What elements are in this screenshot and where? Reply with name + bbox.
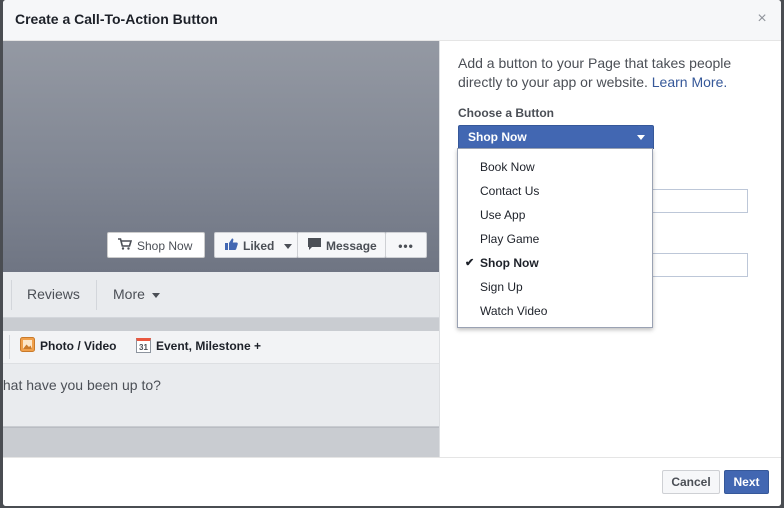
menu-item-label: Use App [480,208,526,222]
dialog-footer: Cancel Next [3,457,781,506]
tab-divider [96,280,97,310]
preview-shop-now-label: Shop Now [137,239,193,253]
dialog-title: Create a Call-To-Action Button [15,11,218,27]
thumbs-up-icon [225,233,238,259]
composer-placeholder: /hat have you been up to? [3,377,161,393]
preview-message-label: Message [326,239,377,253]
cart-icon [118,233,133,259]
tab-more-label: More [113,286,145,302]
menu-item-label: Shop Now [480,256,539,270]
next-button[interactable]: Next [724,470,769,494]
select-value: Shop Now [468,130,527,144]
menu-item-label: Play Game [480,232,540,246]
composer-photo-video: Photo / Video [20,337,117,355]
menu-item-use-app[interactable]: Use App [458,203,652,227]
choose-button-label: Choose a Button [458,106,554,120]
composer-body: /hat have you been up to? [3,364,439,426]
preview-shop-now-button: Shop Now [107,232,205,258]
preview-message-button: Message [297,232,386,258]
composer-footer [3,427,439,457]
menu-item-sign-up[interactable]: Sign Up [458,275,652,299]
preview-liked-label: Liked [243,239,275,253]
learn-more-link[interactable]: Learn More. [652,74,727,90]
button-type-menu: Book Now Contact Us Use App Play Game ✔ … [457,148,653,328]
page-tabs: Reviews More [3,272,439,318]
composer-actions: Photo / Video 31 Event, Milestone + [3,331,439,364]
photo-icon [20,337,35,355]
message-icon [308,233,321,259]
composer-event: 31 Event, Milestone + [136,338,262,354]
menu-item-label: Book Now [480,160,535,174]
preview-more-button: ••• [385,232,427,258]
caret-down-icon [637,135,645,140]
tab-more: More [113,286,160,302]
preview-liked-button: Liked [214,232,298,258]
menu-item-label: Watch Video [480,304,548,318]
checkmark-icon: ✔ [465,257,475,269]
composer-photo-video-label: Photo / Video [40,339,117,354]
tab-divider [11,280,12,310]
cover-photo: Shop Now Liked Message ••• [3,41,439,272]
caret-down-icon [151,292,160,298]
menu-item-label: Contact Us [480,184,540,198]
composer-divider [9,335,10,359]
button-type-select[interactable]: Shop Now [458,125,654,149]
menu-item-contact-us[interactable]: Contact Us [458,179,652,203]
cta-dialog: Create a Call-To-Action Button × Shop No… [3,0,781,506]
calendar-icon: 31 [136,338,151,354]
dialog-header: Create a Call-To-Action Button × [3,0,781,41]
composer-event-label: Event, Milestone + [156,339,262,353]
intro-text: Add a button to your Page that takes peo… [458,54,758,92]
menu-item-shop-now[interactable]: ✔ Shop Now [458,251,652,275]
menu-item-book-now[interactable]: Book Now [458,155,652,179]
caret-down-icon [283,244,292,250]
menu-item-watch-video[interactable]: Watch Video [458,299,652,323]
close-icon[interactable]: × [755,10,769,28]
cancel-button[interactable]: Cancel [662,470,720,494]
tab-reviews: Reviews [27,286,80,302]
menu-item-label: Sign Up [480,280,523,294]
menu-item-play-game[interactable]: Play Game [458,227,652,251]
page-preview: Shop Now Liked Message ••• Reviews More … [3,41,439,457]
